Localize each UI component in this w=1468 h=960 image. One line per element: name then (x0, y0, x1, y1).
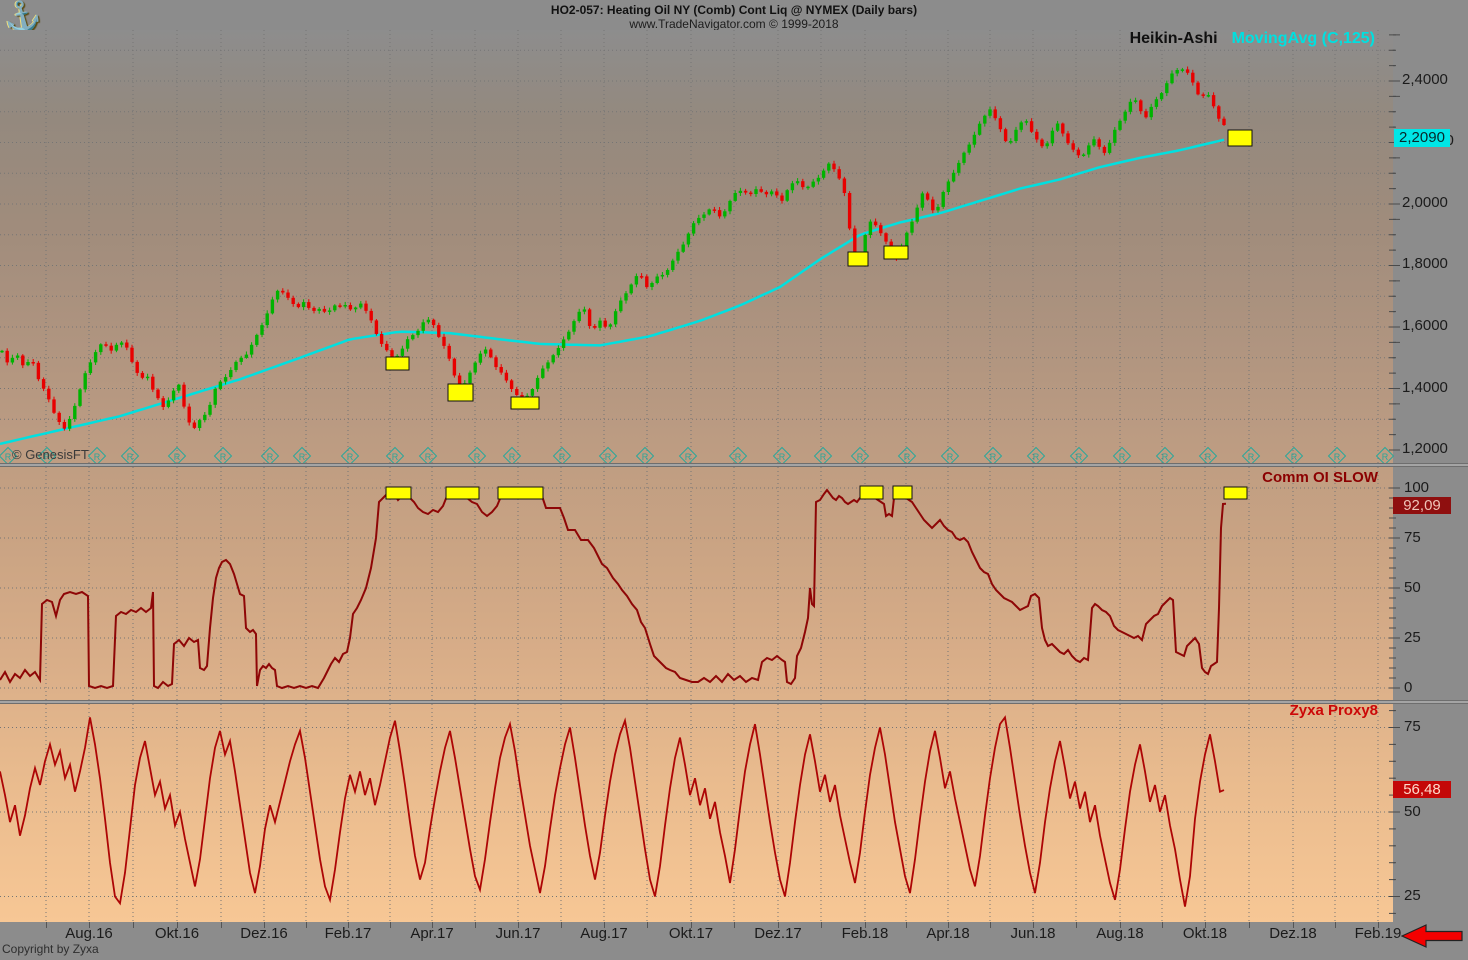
x-axis-tick (221, 922, 222, 928)
svg-text:R: R (1033, 452, 1040, 462)
y-axis-label: 75 (1404, 718, 1421, 735)
x-axis-tick (604, 922, 605, 928)
chart-title: HO2-057: Heating Oil NY (Comb) Cont Liq … (0, 3, 1468, 17)
y-axis-label: 100 (1404, 479, 1429, 496)
x-axis-tick (647, 922, 648, 928)
x-axis-tick (46, 922, 47, 928)
y-axis-label: 25 (1404, 629, 1421, 646)
y-axis-label: 2,4000 (1402, 71, 1448, 88)
svg-text:R: R (779, 452, 786, 462)
price-panel[interactable]: R R R R R R R R R R R R R R R R R (0, 30, 1400, 463)
x-axis-tick (948, 922, 949, 928)
time-axis: Aug.16Okt.16Dez.16Feb.17Apr.17Jun.17Aug.… (0, 922, 1468, 960)
svg-text:R: R (605, 452, 612, 462)
svg-text:R: R (559, 452, 566, 462)
x-axis-tick (561, 922, 562, 928)
genesisft-watermark: © GenesisFT (12, 447, 89, 462)
y-axis-label: 1,6000 (1402, 317, 1448, 334)
x-axis-tick (432, 922, 433, 928)
comm-oi-panel-label: Comm OI SLOW (1262, 469, 1378, 486)
x-axis-tick (990, 922, 991, 928)
svg-text:R: R (1076, 452, 1083, 462)
x-axis-tick (133, 922, 134, 928)
x-axis-tick (475, 922, 476, 928)
x-axis-tick (1249, 922, 1250, 928)
svg-text:R: R (220, 452, 227, 462)
svg-text:R: R (735, 452, 742, 462)
x-axis-tick (390, 922, 391, 928)
copyright-text: Copyright by Zyxa (2, 942, 99, 956)
x-axis-tick (1205, 922, 1206, 928)
proxy-panel[interactable] (0, 704, 1400, 922)
svg-text:R: R (857, 452, 864, 462)
last-price-box: 2,2090 (1394, 129, 1450, 147)
y-axis-label: 2,0000 (1402, 194, 1448, 211)
x-axis-tick (821, 922, 822, 928)
svg-text:R: R (642, 452, 649, 462)
legend-heikin-ashi: Heikin-Ashi (1130, 30, 1218, 47)
svg-text:R: R (1248, 452, 1255, 462)
svg-text:R: R (347, 452, 354, 462)
svg-text:R: R (299, 452, 306, 462)
scroll-left-arrow-icon[interactable] (1398, 922, 1466, 950)
x-axis-tick (906, 922, 907, 928)
svg-text:R: R (509, 452, 516, 462)
x-axis-tick (1335, 922, 1336, 928)
x-axis-tick (1293, 922, 1294, 928)
svg-text:R: R (127, 452, 134, 462)
proxy-value-box: 56,48 (1393, 781, 1451, 798)
legend: Heikin-Ashi MovingAvg (C,125) (1130, 30, 1375, 48)
x-axis-tick (306, 922, 307, 928)
x-axis-tick (1120, 922, 1121, 928)
x-axis-tick (264, 922, 265, 928)
svg-text:R: R (1382, 452, 1389, 462)
svg-text:R: R (174, 452, 181, 462)
x-axis-tick (89, 922, 90, 928)
svg-text:R: R (267, 452, 274, 462)
svg-text:R: R (474, 452, 481, 462)
x-axis-tick (348, 922, 349, 928)
svg-text:R: R (392, 452, 399, 462)
svg-text:R: R (1291, 452, 1298, 462)
y-axis-label: 75 (1404, 529, 1421, 546)
y-axis-label: 1,4000 (1402, 379, 1448, 396)
comm-oi-panel[interactable] (0, 467, 1400, 700)
y-axis-label: 0 (1404, 679, 1412, 696)
x-axis-tick (734, 922, 735, 928)
proxy-panel-label: Zyxa Proxy8 (1290, 702, 1378, 719)
svg-text:R: R (5, 452, 12, 462)
y-axis-label: 50 (1404, 803, 1421, 820)
svg-text:R: R (685, 452, 692, 462)
x-axis-tick (778, 922, 779, 928)
svg-text:R: R (990, 452, 997, 462)
comm-oi-value-box: 92,09 (1393, 497, 1451, 514)
svg-text:R: R (947, 452, 954, 462)
chart-subtitle: www.TradeNavigator.com © 1999-2018 (0, 17, 1468, 31)
x-axis-tick (865, 922, 866, 928)
y-axis-label: 1,2000 (1402, 440, 1448, 457)
x-axis-tick (1162, 922, 1163, 928)
svg-text:R: R (904, 452, 911, 462)
x-axis-tick (1378, 922, 1379, 928)
x-axis-tick (1033, 922, 1034, 928)
svg-text:R: R (820, 452, 827, 462)
x-axis-tick (691, 922, 692, 928)
svg-text:R: R (425, 452, 432, 462)
svg-text:R: R (94, 452, 101, 462)
y-axis-label: 1,8000 (1402, 255, 1448, 272)
trade-navigator-window: ⚓ HO2-057: Heating Oil NY (Comb) Cont Li… (0, 0, 1468, 960)
svg-text:R: R (1162, 452, 1169, 462)
x-axis-tick (1076, 922, 1077, 928)
svg-text:R: R (1119, 452, 1126, 462)
svg-text:R: R (1334, 452, 1341, 462)
y-axis-label: 50 (1404, 579, 1421, 596)
chart-area: R R R R R R R R R R R R R R R R R (0, 30, 1393, 922)
legend-moving-avg: MovingAvg (C,125) (1232, 30, 1375, 47)
svg-text:R: R (1205, 452, 1212, 462)
x-axis-tick (177, 922, 178, 928)
x-axis-tick (518, 922, 519, 928)
y-axis-label: 25 (1404, 887, 1421, 904)
